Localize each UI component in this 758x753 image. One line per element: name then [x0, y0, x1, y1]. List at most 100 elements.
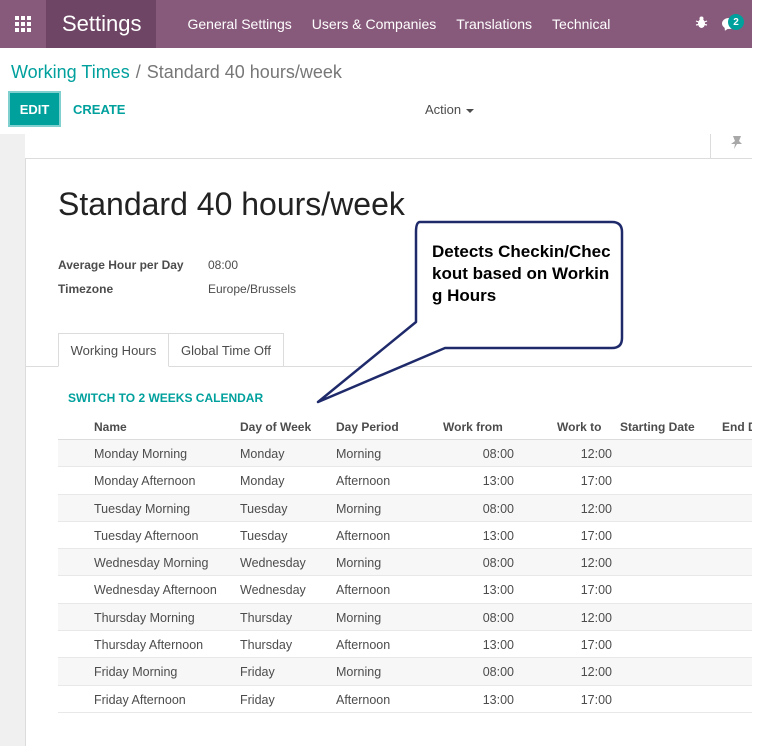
- main-menu: General Settings Users & Companies Trans…: [188, 16, 631, 32]
- menu-users-companies[interactable]: Users & Companies: [312, 16, 437, 32]
- cell-work-from: 08:00: [482, 501, 514, 516]
- callout-text: Detects Checkin/Checkout based on Workin…: [432, 242, 611, 305]
- cell-day-period: Afternoon: [336, 528, 391, 543]
- table-row[interactable]: Monday Afternoon Monday Afternoon 13:00 17:0…: [58, 467, 752, 495]
- cell-name: Wednesday Afternoon: [94, 583, 217, 598]
- cell-day-period: Afternoon: [336, 638, 391, 653]
- pin-icon[interactable]: [729, 134, 747, 155]
- cell-day-period: Morning: [336, 556, 382, 571]
- cell-work-to: 12:00: [580, 665, 612, 680]
- cell-day-period: Morning: [336, 501, 382, 516]
- column-header-day-of-week[interactable]: Day of Week: [240, 420, 311, 434]
- cell-day-of-week: Tuesday: [240, 528, 288, 543]
- tab-global-time-off[interactable]: Global Time Off: [169, 333, 284, 367]
- cell-work-from: 13:00: [482, 638, 514, 653]
- cell-name: Tuesday Afternoon: [94, 528, 199, 543]
- column-header-day-period[interactable]: Day Period: [336, 420, 399, 434]
- app-title[interactable]: Settings: [46, 0, 156, 48]
- cell-work-from: 08:00: [482, 665, 514, 680]
- cell-work-to: 17:00: [580, 474, 612, 489]
- breadcrumb-separator: /: [135, 62, 141, 82]
- cell-name: Wednesday Morning: [94, 556, 209, 571]
- record-title: Standard 40 hours/week: [58, 186, 405, 222]
- column-header-work-from[interactable]: Work from: [443, 420, 503, 434]
- caret-down-icon: [466, 108, 475, 113]
- cell-day-of-week: Friday: [240, 692, 275, 707]
- cell-day-of-week: Friday: [240, 665, 275, 680]
- cell-name: Monday Morning: [94, 447, 188, 461]
- table-row[interactable]: Friday Morning Friday Morning 08:00 12:00: [58, 658, 752, 686]
- column-header-starting-date[interactable]: Starting Date: [620, 420, 695, 434]
- apps-menu-button[interactable]: [0, 0, 46, 48]
- menu-translations[interactable]: Translations: [456, 16, 532, 32]
- cell-day-of-week: Wednesday: [240, 583, 306, 598]
- field-label-average-hour: Average Hour per Day: [58, 258, 184, 272]
- cell-day-period: Morning: [336, 610, 382, 625]
- cell-work-from: 08:00: [482, 556, 514, 571]
- form-statusbar: [25, 134, 752, 159]
- cell-day-of-week: Tuesday: [240, 501, 288, 516]
- column-header-work-to[interactable]: Work to: [557, 420, 601, 434]
- create-button[interactable]: CREATE: [73, 102, 125, 117]
- breadcrumb-working-times[interactable]: Working Times: [11, 62, 130, 82]
- table-row[interactable]: Friday Afternoon Friday Afternoon 13:00 17:0…: [58, 686, 752, 713]
- edit-button[interactable]: EDIT: [10, 93, 59, 125]
- torn-edge-right: [752, 0, 758, 753]
- table-row[interactable]: Tuesday Morning Tuesday Morning 08:00 12:00: [58, 494, 752, 522]
- cell-work-to: 17:00: [580, 583, 612, 598]
- cell-work-from: 08:00: [482, 447, 514, 461]
- action-label: Action: [425, 102, 462, 117]
- table-row[interactable]: Wednesday Afternoon Wednesday Afternoon 13:…: [58, 576, 752, 604]
- cell-work-from: 08:00: [482, 610, 514, 625]
- cell-work-to: 12:00: [580, 447, 612, 461]
- top-navbar: Settings General Settings Users & Compan…: [0, 0, 752, 48]
- cell-day-period: Afternoon: [336, 583, 391, 598]
- apps-grid-icon: [15, 16, 31, 32]
- cell-work-from: 13:00: [482, 528, 514, 543]
- cell-work-to: 17:00: [580, 638, 612, 653]
- table-row[interactable]: Tuesday Afternoon Tuesday Afternoon 13:00 17…: [58, 522, 752, 550]
- breadcrumb-current: Standard 40 hours/week: [146, 62, 342, 82]
- cell-work-to: 12:00: [580, 610, 612, 625]
- cell-name: Tuesday Morning: [94, 501, 191, 516]
- cell-day-of-week: Thursday: [240, 610, 293, 625]
- torn-edge-bottom: [0, 746, 758, 753]
- table-row[interactable]: Thursday Morning Thursday Morning 08:00 12:0…: [58, 603, 752, 632]
- table-row[interactable]: Wednesday Morning Wednesday Morning 08:00 12…: [58, 549, 752, 577]
- table-body: Monday Morning Monday Morning 08:00 12:00 Mon…: [58, 440, 752, 713]
- cell-name: Thursday Afternoon: [94, 638, 204, 653]
- debug-bug-icon[interactable]: [695, 16, 708, 33]
- table-row[interactable]: Monday Morning Monday Morning 08:00 12:00: [58, 440, 752, 468]
- cell-work-to: 12:00: [580, 556, 612, 571]
- cell-work-to: 12:00: [580, 501, 612, 516]
- cell-work-to: 17:00: [580, 528, 612, 543]
- cell-day-of-week: Monday: [240, 474, 285, 489]
- cell-work-from: 13:00: [482, 474, 514, 489]
- table-header: Name Day of Week Day Period Work from Wo…: [58, 416, 757, 440]
- cell-day-period: Morning: [336, 665, 382, 680]
- cell-work-to: 17:00: [580, 692, 612, 707]
- cell-day-period: Afternoon: [336, 692, 391, 707]
- column-header-name[interactable]: Name: [94, 420, 127, 434]
- cell-day-of-week: Wednesday: [240, 556, 306, 571]
- menu-general-settings[interactable]: General Settings: [188, 16, 292, 32]
- messages-count-badge: 2: [728, 14, 744, 30]
- cell-name: Friday Afternoon: [94, 692, 186, 707]
- cell-day-of-week: Thursday: [240, 638, 293, 653]
- cell-name: Thursday Morning: [94, 610, 195, 625]
- field-value-average-hour: 08:00: [208, 258, 239, 272]
- switch-two-weeks-calendar-link[interactable]: SWITCH TO 2 WEEKS CALENDAR: [68, 391, 263, 405]
- tab-working-hours[interactable]: Working Hours: [58, 333, 169, 367]
- table-row[interactable]: Thursday Afternoon Thursday Afternoon 13:00…: [58, 631, 752, 659]
- action-dropdown[interactable]: Action: [425, 102, 475, 117]
- cell-day-period: Afternoon: [336, 474, 391, 489]
- breadcrumb: Working Times / Standard 40 hours/week: [11, 62, 342, 83]
- field-label-timezone: Timezone: [58, 282, 114, 296]
- menu-technical[interactable]: Technical: [552, 16, 610, 32]
- cell-name: Monday Afternoon: [94, 474, 196, 489]
- cell-day-of-week: Monday: [240, 447, 285, 461]
- cell-day-period: Morning: [336, 447, 382, 461]
- field-value-timezone: Europe/Brussels: [208, 282, 297, 296]
- cell-work-from: 13:00: [482, 692, 514, 707]
- cell-work-from: 13:00: [482, 583, 514, 598]
